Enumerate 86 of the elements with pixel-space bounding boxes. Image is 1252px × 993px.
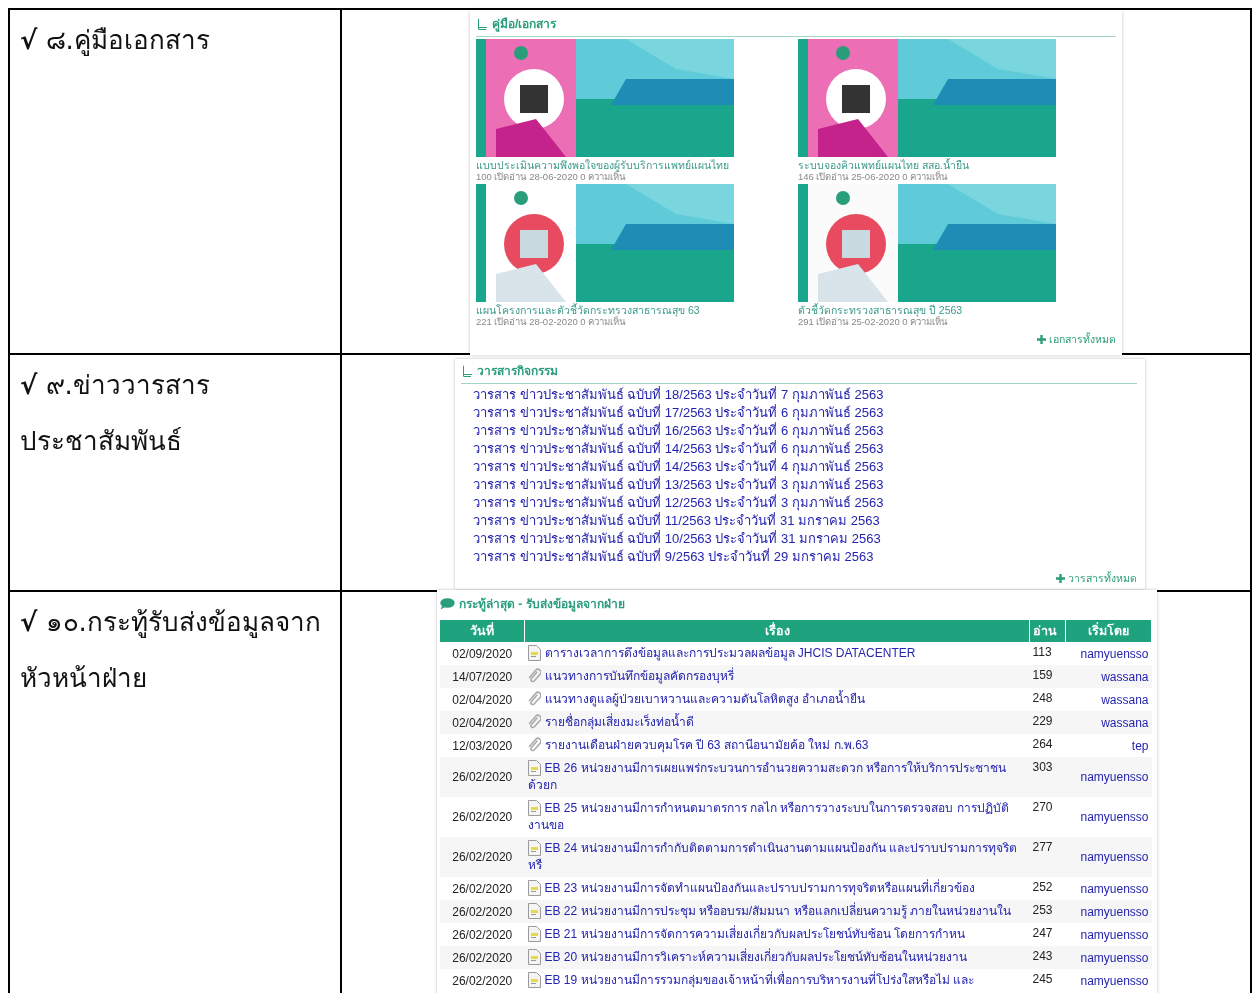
date-cell: 12/03/2020 [440, 734, 525, 757]
document-icon [527, 880, 541, 896]
paperclip-icon [527, 737, 541, 753]
column-header: อ่าน [1029, 620, 1066, 642]
date-cell: 14/07/2020 [440, 665, 525, 688]
document-icon [527, 800, 541, 816]
date-cell: 26/02/2020 [440, 923, 525, 946]
author-link[interactable]: namyuensso [1080, 927, 1149, 942]
date-cell: 26/02/2020 [440, 969, 525, 992]
paperclip-icon [527, 714, 541, 730]
journal-link[interactable]: วารสาร ข่าวประชาสัมพันธ์ ฉบับที่ 16/2563 ประจำวันที่ 6 กุมภาพันธ์ 2563 [473, 422, 1137, 440]
document-meta: 100 เปิดอ่าน 28-06-2020 0 ความเห็น [476, 171, 626, 182]
date-cell: 26/02/2020 [440, 797, 525, 837]
all-documents-link[interactable]: เอกสารทั้งหมด [1037, 331, 1116, 348]
topic-link[interactable]: EB 25 หน่วยงานมีการกำหนดมาตรการ กลไก หรือการวางระบบในการตรวจสอบ การปฏิบัติงานขอ [527, 800, 1027, 834]
document-link[interactable]: ตัวชี้วัดกระทรวงสาธารณสุข ปี 2563 [798, 304, 1120, 316]
journal-link[interactable]: วารสาร ข่าวประชาสัมพันธ์ ฉบับที่ 14/2563 ประจำวันที่ 4 กุมภาพันธ์ 2563 [473, 458, 1137, 476]
paperclip-icon [527, 668, 541, 684]
author-link[interactable]: wassana [1101, 692, 1149, 707]
document-icon [527, 760, 541, 776]
read-count: 252 [1029, 877, 1066, 900]
document-link[interactable]: แผนโครงการและตัวชี้วัดกระทรวงสาธารณสุข 63 [476, 304, 798, 316]
document-meta: 221 เปิดอ่าน 28-02-2020 0 ความเห็น [476, 316, 626, 327]
journal-link[interactable]: วารสาร ข่าวประชาสัมพันธ์ ฉบับที่ 18/2563 ประจำวันที่ 7 กุมภาพันธ์ 2563 [473, 386, 1137, 404]
document-icon [527, 645, 541, 661]
document-icon [527, 926, 541, 942]
plus-icon [1037, 335, 1046, 344]
read-count: 248 [1029, 688, 1066, 711]
date-cell: 02/04/2020 [440, 688, 525, 711]
topic-link[interactable]: รายงานเดือนฝ่ายควบคุมโรค ปี 63 สถานีอนามัยค้อ ใหม่ ก.พ.63 [527, 737, 1027, 754]
all-journals-link[interactable]: วารสารทั้งหมด [1056, 570, 1137, 587]
author-link[interactable]: namyuensso [1080, 881, 1149, 896]
author-link[interactable]: namyuensso [1080, 646, 1149, 661]
plus-icon [1056, 574, 1065, 583]
document-meta: 291 เปิดอ่าน 25-02-2020 0 ความเห็น [798, 316, 949, 327]
read-count: 303 [1029, 757, 1066, 797]
read-count: 245 [1029, 969, 1066, 992]
date-cell: 26/02/2020 [440, 946, 525, 969]
journal-link[interactable]: วารสาร ข่าวประชาสัมพันธ์ ฉบับที่ 11/2563 ประจำวันที่ 31 มกราคม 2563 [473, 512, 1137, 530]
column-header: วันที่ [440, 620, 525, 642]
date-cell: 02/09/2020 [440, 642, 525, 665]
read-count: 113 [1029, 642, 1066, 665]
author-link[interactable]: tep [1131, 738, 1149, 753]
date-cell: 26/02/2020 [440, 837, 525, 877]
topic-link[interactable]: ตารางเวลาการดึงข้อมูลและการประมวลผลข้อมูล JHCIS DATACENTER [527, 645, 1027, 662]
read-count: 243 [1029, 946, 1066, 969]
date-cell: 26/02/2020 [440, 900, 525, 923]
journal-link[interactable]: วารสาร ข่าวประชาสัมพันธ์ ฉบับที่ 12/2563 ประจำวันที่ 3 กุมภาพันธ์ 2563 [473, 494, 1137, 512]
read-count: 253 [1029, 900, 1066, 923]
column-header: เริ่มโดย [1065, 620, 1152, 642]
document-icon [527, 903, 541, 919]
journal-link[interactable]: วารสาร ข่าวประชาสัมพันธ์ ฉบับที่ 14/2563 ประจำวันที่ 6 กุมภาพันธ์ 2563 [473, 440, 1137, 458]
journal-link[interactable]: วารสาร ข่าวประชาสัมพันธ์ ฉบับที่ 9/2563 ประจำวันที่ 29 มกราคม 2563 [473, 548, 1137, 566]
paperclip-icon [527, 691, 541, 707]
read-count: 270 [1029, 797, 1066, 837]
document-link[interactable]: ระบบจองคิวแพทย์แผนไทย สสอ.น้ำยืน [798, 159, 1120, 171]
panel-title: กระทู้ล่าสุด - รับส่งข้อมูลจากฝ่าย [459, 596, 625, 613]
column-header: เรื่อง [524, 620, 1030, 642]
read-count: 277 [1029, 837, 1066, 877]
section-label: √ ๑๐.กระทู้รับส่งข้อมูลจาก หัวหน้าฝ่าย [20, 606, 322, 695]
section-label: √ ๘.คู่มือเอกสาร [20, 24, 211, 58]
read-count: 247 [1029, 923, 1066, 946]
journal-link[interactable]: วารสาร ข่าวประชาสัมพันธ์ ฉบับที่ 17/2563 ประจำวันที่ 6 กุมภาพันธ์ 2563 [473, 404, 1137, 422]
read-count: 229 [1029, 711, 1066, 734]
author-link[interactable]: namyuensso [1080, 810, 1149, 824]
section-label: √ ๙.ข่าววารสาร ประชาสัมพันธ์ [20, 369, 211, 458]
document-icon [527, 949, 541, 965]
read-count: 264 [1029, 734, 1066, 757]
document-link[interactable]: แบบประเมินความพึงพอใจของผู้รับบริการแพทย์แผนไทย [476, 159, 798, 171]
author-link[interactable]: namyuensso [1080, 973, 1149, 988]
topic-link[interactable]: EB 23 หน่วยงานมีการจัดทำแผนป้องกันและปราบปรามการทุจริตหรือแผนที่เกี่ยวข้อง [527, 880, 1027, 897]
document-meta: 146 เปิดอ่าน 25-06-2020 0 ความเห็น [798, 171, 949, 182]
document-icon [527, 840, 541, 856]
panel-title: คู่มือ/เอกสาร [492, 16, 557, 33]
read-count: 159 [1029, 665, 1066, 688]
journal-link[interactable]: วารสาร ข่าวประชาสัมพันธ์ ฉบับที่ 13/2563 ประจำวันที่ 3 กุมภาพันธ์ 2563 [473, 476, 1137, 494]
document-icon [527, 972, 541, 988]
speech-bubble-icon [440, 597, 455, 610]
date-cell: 26/02/2020 [440, 757, 525, 797]
topic-link[interactable]: EB 19 หน่วยงานมีการรวมกลุ่มของเจ้าหน้าที่เพื่อการบริหารงานที่โปร่งใสหรือไม่ และ [527, 972, 1027, 989]
date-cell: 02/04/2020 [440, 711, 525, 734]
journal-link[interactable]: วารสาร ข่าวประชาสัมพันธ์ ฉบับที่ 10/2563 ประจำวันที่ 31 มกราคม 2563 [473, 530, 1137, 548]
panel-title: วารสารกิจกรรม [477, 363, 558, 380]
topic-link[interactable]: แนวทางดูแลผู้ป่วยเบาหวานและความดันโลหิตสูง อำเภอน้ำยืน [527, 691, 1027, 708]
topic-link[interactable]: EB 21 หน่วยงานมีการจัดการความเสี่ยงเกี่ยวกับผลประโยชน์ทับซ้อน โดยการกำหน [527, 926, 1027, 943]
date-cell: 26/02/2020 [440, 877, 525, 900]
